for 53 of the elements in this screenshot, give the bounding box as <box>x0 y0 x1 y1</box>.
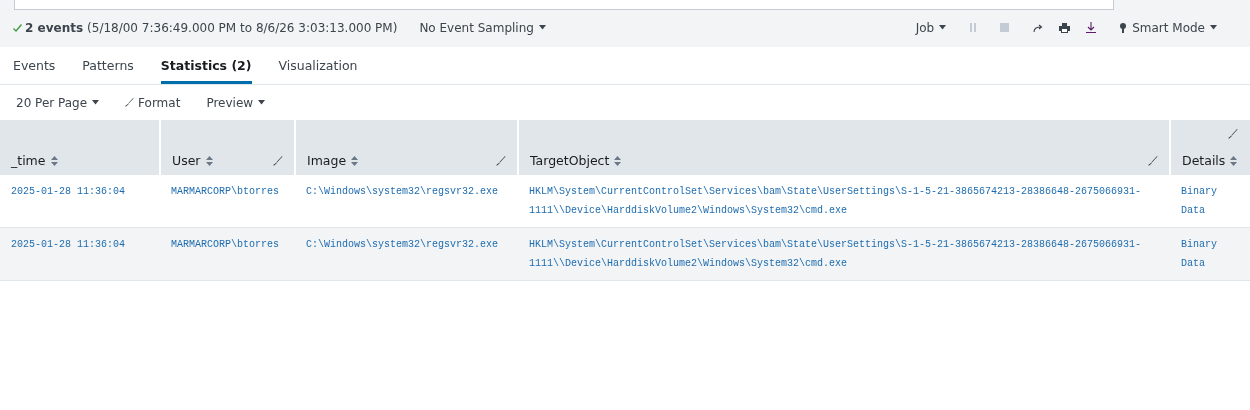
column-title: User <box>172 153 201 168</box>
preview-dropdown[interactable]: Preview <box>206 95 266 110</box>
print-icon[interactable] <box>1059 22 1071 33</box>
table-cell: MARMARCORP\btorres <box>160 227 295 281</box>
time-range: (5/18/00 7:36:49.000 PM to 8/6/26 3:03:13.000 PM) <box>87 20 398 35</box>
caret-icon <box>1210 25 1217 30</box>
sort-icon[interactable] <box>50 155 58 166</box>
column-header[interactable]: TargetObject <box>518 120 1170 175</box>
table-cell: HKLM\System\CurrentControlSet\Services\bam\State\UserSettings\S-1-5-21-3865674213-28386648-2675066931-1111\\Device\HarddiskVolume2\Windows\System32\cmd.exe <box>518 175 1170 228</box>
column-header[interactable]: User <box>160 120 295 175</box>
column-header[interactable]: Image <box>295 120 518 175</box>
column-title: Image <box>307 153 347 168</box>
tab[interactable]: Events <box>13 47 56 84</box>
tab[interactable]: Statistics (2) <box>160 47 252 84</box>
sort-icon[interactable] <box>614 155 622 166</box>
caret-icon <box>258 100 266 105</box>
caret-icon <box>939 25 947 30</box>
download-icon[interactable] <box>1086 22 1097 33</box>
caret-icon <box>538 25 546 30</box>
sort-icon[interactable] <box>205 155 213 166</box>
brush-icon[interactable] <box>1228 129 1238 139</box>
table-cell: HKLM\System\CurrentControlSet\Services\bam\State\UserSettings\S-1-5-21-3865674213-28386648-2675066931-1111\\Device\HarddiskVolume2\Windows\System32\cmd.exe <box>518 227 1170 281</box>
table-cell: 2025-01-28 11:36:04 <box>0 175 160 228</box>
table-cell: C:\Windows\system32\regsvr32.exe <box>295 175 518 228</box>
search-field[interactable] <box>14 0 1114 10</box>
sort-icon[interactable] <box>351 155 359 166</box>
column-title: TargetObject <box>530 153 610 168</box>
lightbulb-icon <box>1120 22 1127 33</box>
column-title: Details <box>1182 153 1226 168</box>
job-dropdown[interactable]: Job <box>915 20 947 35</box>
sort-icon[interactable] <box>1230 155 1238 166</box>
brush-icon[interactable] <box>1148 155 1158 166</box>
check-icon <box>13 23 22 32</box>
table-cell: C:\Windows\system32\regsvr32.exe <box>295 227 518 281</box>
tab[interactable]: Patterns <box>82 47 134 84</box>
mode-dropdown[interactable]: Smart Mode <box>1132 20 1217 35</box>
table-cell: Binary Data <box>1170 227 1250 281</box>
format-button[interactable]: Format <box>125 95 181 110</box>
sampling-dropdown[interactable]: No Event Sampling <box>419 20 546 35</box>
event-count: 2 events <box>25 20 84 35</box>
column-title: _time <box>11 153 46 168</box>
caret-icon <box>92 100 100 105</box>
share-icon[interactable] <box>1033 23 1044 32</box>
table-cell: 2025-01-28 11:36:04 <box>0 227 160 281</box>
brush-icon[interactable] <box>273 155 283 166</box>
column-header[interactable]: _time <box>0 120 160 175</box>
brush-icon[interactable] <box>496 155 506 166</box>
table-cell: Binary Data <box>1170 175 1250 228</box>
per-page-dropdown[interactable]: 20 Per Page <box>16 95 100 110</box>
tab[interactable]: Visualization <box>278 47 358 84</box>
column-header[interactable]: Details <box>1170 120 1250 175</box>
table-cell: MARMARCORP\btorres <box>160 175 295 228</box>
brush-icon <box>125 98 135 107</box>
